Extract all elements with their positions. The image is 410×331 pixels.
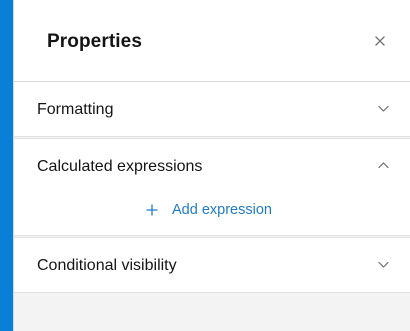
chevron-up-icon[interactable] <box>377 159 390 172</box>
conditional-visibility-label: Conditional visibility <box>37 257 177 274</box>
chevron-down-icon[interactable] <box>377 102 390 115</box>
plus-icon <box>146 204 158 216</box>
properties-panel: Properties Formatting Calculated express… <box>14 0 410 331</box>
conditional-visibility-header[interactable]: Conditional visibility <box>14 238 410 292</box>
calculated-expressions-body: Add expression <box>14 193 410 235</box>
calculated-expressions-header[interactable]: Calculated expressions <box>14 139 410 193</box>
close-icon[interactable] <box>372 33 388 49</box>
formatting-section: Formatting <box>14 82 410 136</box>
section-separator <box>14 292 410 293</box>
add-expression-button[interactable]: Add expression <box>146 201 272 219</box>
calculated-expressions-section: Calculated expressions Add expression <box>14 139 410 235</box>
panel-header: Properties <box>14 0 410 82</box>
formatting-header[interactable]: Formatting <box>14 82 410 136</box>
calculated-expressions-label: Calculated expressions <box>37 158 203 175</box>
formatting-label: Formatting <box>37 101 114 118</box>
left-accent-bar <box>0 0 13 331</box>
conditional-visibility-section: Conditional visibility <box>14 238 410 292</box>
add-expression-label: Add expression <box>172 202 272 218</box>
chevron-down-icon[interactable] <box>377 258 390 271</box>
panel-title: Properties <box>47 31 142 52</box>
